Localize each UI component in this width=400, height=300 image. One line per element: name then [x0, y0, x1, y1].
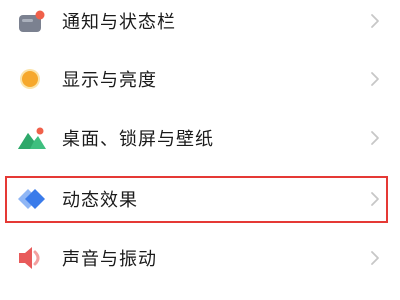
settings-item-label: 通知与状态栏: [62, 12, 176, 33]
wallpaper-icon: [16, 122, 48, 154]
chevron-right-icon: [370, 130, 380, 146]
animation-icon: [16, 183, 48, 215]
settings-item-label: 声音与振动: [62, 249, 157, 270]
chevron-right-icon: [370, 191, 380, 207]
settings-item-label: 显示与亮度: [62, 70, 157, 91]
chevron-right-icon: [370, 13, 380, 29]
settings-item-notifications[interactable]: 通知与状态栏: [0, 0, 400, 51]
settings-list: 通知与状态栏 显示与亮度 桌面、锁屏与壁纸 动态效果 声音与振动: [0, 0, 400, 300]
brightness-icon: [16, 63, 48, 95]
sound-icon: [16, 242, 48, 274]
chevron-right-icon: [370, 250, 380, 266]
settings-item-label: 动态效果: [62, 190, 138, 211]
settings-item-dynamic-effects[interactable]: 动态效果: [0, 169, 400, 229]
chevron-right-icon: [370, 71, 380, 87]
notification-icon: [16, 5, 48, 37]
settings-item-desktop-wallpaper[interactable]: 桌面、锁屏与壁纸: [0, 108, 400, 168]
settings-item-display-brightness[interactable]: 显示与亮度: [0, 49, 400, 109]
settings-item-sound-vibration[interactable]: 声音与振动: [0, 228, 400, 288]
settings-item-label: 桌面、锁屏与壁纸: [62, 129, 214, 150]
